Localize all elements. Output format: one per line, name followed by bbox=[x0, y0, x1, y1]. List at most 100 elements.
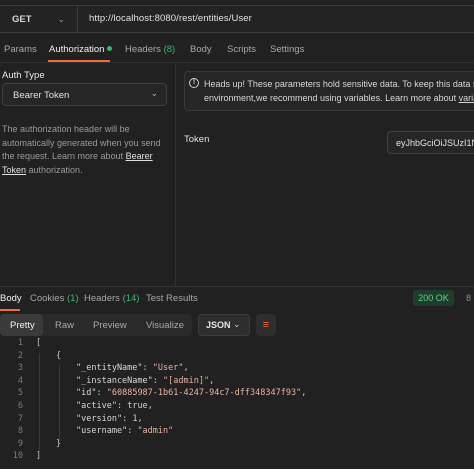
json-key: "_instanceName" bbox=[76, 375, 153, 386]
line-number: 1 bbox=[17, 338, 23, 348]
json-comma: , bbox=[147, 401, 153, 411]
code-text: [ bbox=[36, 338, 42, 348]
token-label: Token bbox=[184, 134, 210, 145]
json-colon: : bbox=[122, 413, 133, 424]
format-pretty-button[interactable]: Pretty bbox=[10, 320, 35, 331]
token-input[interactable]: eyJhbGciOiJSUzI1NiI bbox=[387, 131, 474, 154]
code-line: 8 "username": "admin" bbox=[0, 426, 474, 439]
language-select[interactable]: JSON ⌄ bbox=[198, 314, 250, 336]
url-input[interactable]: http://localhost:8080/rest/entities/User bbox=[89, 13, 252, 24]
json-value: "User" bbox=[152, 363, 184, 374]
json-comma: , bbox=[209, 375, 215, 386]
json-key: "version" bbox=[76, 413, 123, 424]
json-value: true bbox=[127, 401, 148, 411]
format-raw-button[interactable]: Raw bbox=[55, 320, 74, 331]
status-extra: 8 bbox=[466, 293, 472, 303]
indent-guide bbox=[39, 352, 40, 454]
line-number: 9 bbox=[17, 438, 23, 449]
json-value: "[admin]" bbox=[163, 375, 210, 386]
code-line: 1[ bbox=[0, 338, 474, 351]
line-number: 4 bbox=[17, 375, 23, 386]
json-comma: , bbox=[137, 413, 143, 424]
response-tab-cookies-label: Cookies bbox=[30, 293, 65, 304]
tab-headers-count: (8) bbox=[163, 44, 176, 55]
response-tab-body[interactable]: Body bbox=[0, 293, 22, 304]
tab-authorization-label: Authorization bbox=[49, 44, 105, 55]
format-segmented-control: Pretty Raw Preview Visualize bbox=[0, 314, 192, 336]
tab-body[interactable]: Body bbox=[190, 44, 212, 55]
tab-headers-label: Headers bbox=[125, 44, 161, 55]
active-tab-indicator bbox=[48, 60, 110, 62]
code-line: 10] bbox=[0, 451, 474, 464]
json-comma: , bbox=[183, 363, 189, 374]
token-value: eyJhbGciOiJSUzI1NiI bbox=[396, 138, 474, 148]
variables-link[interactable]: variab bbox=[459, 93, 474, 103]
json-colon: : bbox=[127, 426, 138, 437]
line-number: 10 bbox=[12, 451, 23, 462]
language-label: JSON bbox=[206, 320, 231, 330]
response-tab-test-results[interactable]: Test Results bbox=[146, 293, 198, 304]
auth-type-value: Bearer Token bbox=[13, 90, 70, 101]
response-tab-headers[interactable]: Headers (14) bbox=[84, 293, 139, 304]
json-key: "_entityName" bbox=[76, 363, 143, 374]
code-text: "version": 1, bbox=[76, 414, 143, 424]
auth-type-select[interactable]: Bearer Token ⌄ bbox=[2, 83, 167, 106]
code-line: 2{ bbox=[0, 351, 474, 364]
tab-params[interactable]: Params bbox=[4, 44, 37, 55]
json-key: "active" bbox=[76, 401, 117, 411]
code-line: 3 "_entityName": "User", bbox=[0, 363, 474, 376]
warning-line-1: Heads up! These parameters hold sensitiv… bbox=[204, 79, 474, 89]
json-value: "admin" bbox=[137, 426, 174, 437]
info-circle-icon: ! bbox=[189, 78, 199, 88]
tab-headers[interactable]: Headers (8) bbox=[125, 44, 175, 55]
status-badge: 200 OK bbox=[413, 290, 454, 306]
json-key: "username" bbox=[76, 426, 128, 437]
format-visualize-button[interactable]: Visualize bbox=[146, 320, 184, 331]
line-number: 8 bbox=[17, 426, 23, 437]
tab-scripts[interactable]: Scripts bbox=[227, 44, 256, 55]
chevron-down-icon: ⌄ bbox=[150, 88, 158, 98]
code-text: "active": true, bbox=[76, 401, 153, 411]
tab-settings[interactable]: Settings bbox=[270, 44, 304, 55]
indent-guide bbox=[59, 365, 60, 441]
json-comma: , bbox=[301, 388, 307, 399]
active-dot-icon bbox=[107, 46, 113, 51]
format-preview-button[interactable]: Preview bbox=[93, 320, 127, 331]
code-text: "_entityName": "User", bbox=[76, 363, 189, 373]
active-response-tab-indicator bbox=[0, 309, 20, 311]
json-colon: : bbox=[96, 388, 107, 399]
auth-description: The authorization header will be automat… bbox=[2, 123, 170, 177]
response-tab-headers-count: (14) bbox=[122, 293, 140, 304]
code-text: "id": "60885987-1b61-4247-94c7-dff348347… bbox=[76, 388, 306, 398]
sensitive-data-warning: ! Heads up! These parameters hold sensit… bbox=[184, 71, 474, 111]
line-number: 6 bbox=[17, 401, 23, 411]
line-number: 3 bbox=[17, 363, 23, 374]
method-select[interactable]: GET ⌄ bbox=[0, 6, 78, 32]
json-value: "60885987-1b61-4247-94c7-dff348347f93" bbox=[106, 388, 302, 399]
json-colon: : bbox=[116, 401, 128, 411]
response-divider[interactable] bbox=[0, 286, 474, 287]
line-number: 5 bbox=[17, 388, 23, 399]
code-line: 6 "active": true, bbox=[0, 401, 474, 414]
response-tab-headers-label: Headers bbox=[84, 293, 120, 304]
pane-divider[interactable] bbox=[175, 63, 176, 286]
response-tab-cookies[interactable]: Cookies (1) bbox=[30, 293, 79, 304]
code-line: 5 "id": "60885987-1b61-4247-94c7-dff34834… bbox=[0, 388, 474, 401]
json-key: "id" bbox=[76, 388, 97, 399]
tabs-divider bbox=[0, 62, 474, 63]
tab-authorization[interactable]: Authorization bbox=[49, 44, 113, 55]
line-number: 7 bbox=[17, 413, 23, 424]
wrap-lines-icon[interactable]: ≡ bbox=[256, 314, 276, 336]
json-colon: : bbox=[152, 375, 164, 386]
code-text: "_instanceName": "[admin]", bbox=[76, 376, 214, 386]
code-line: 9} bbox=[0, 439, 474, 452]
json-colon: : bbox=[142, 363, 153, 374]
chevron-down-icon: ⌄ bbox=[57, 13, 66, 24]
code-text: "username": "admin" bbox=[76, 426, 173, 436]
response-tab-cookies-count: (1) bbox=[66, 293, 79, 304]
warning-text: Heads up! These parameters hold sensitiv… bbox=[204, 77, 474, 105]
auth-description-tail: authorization. bbox=[26, 164, 83, 175]
warning-line-2: environment,we recommend using variables… bbox=[204, 93, 459, 103]
code-text: { bbox=[56, 350, 62, 361]
method-label: GET bbox=[12, 13, 32, 25]
